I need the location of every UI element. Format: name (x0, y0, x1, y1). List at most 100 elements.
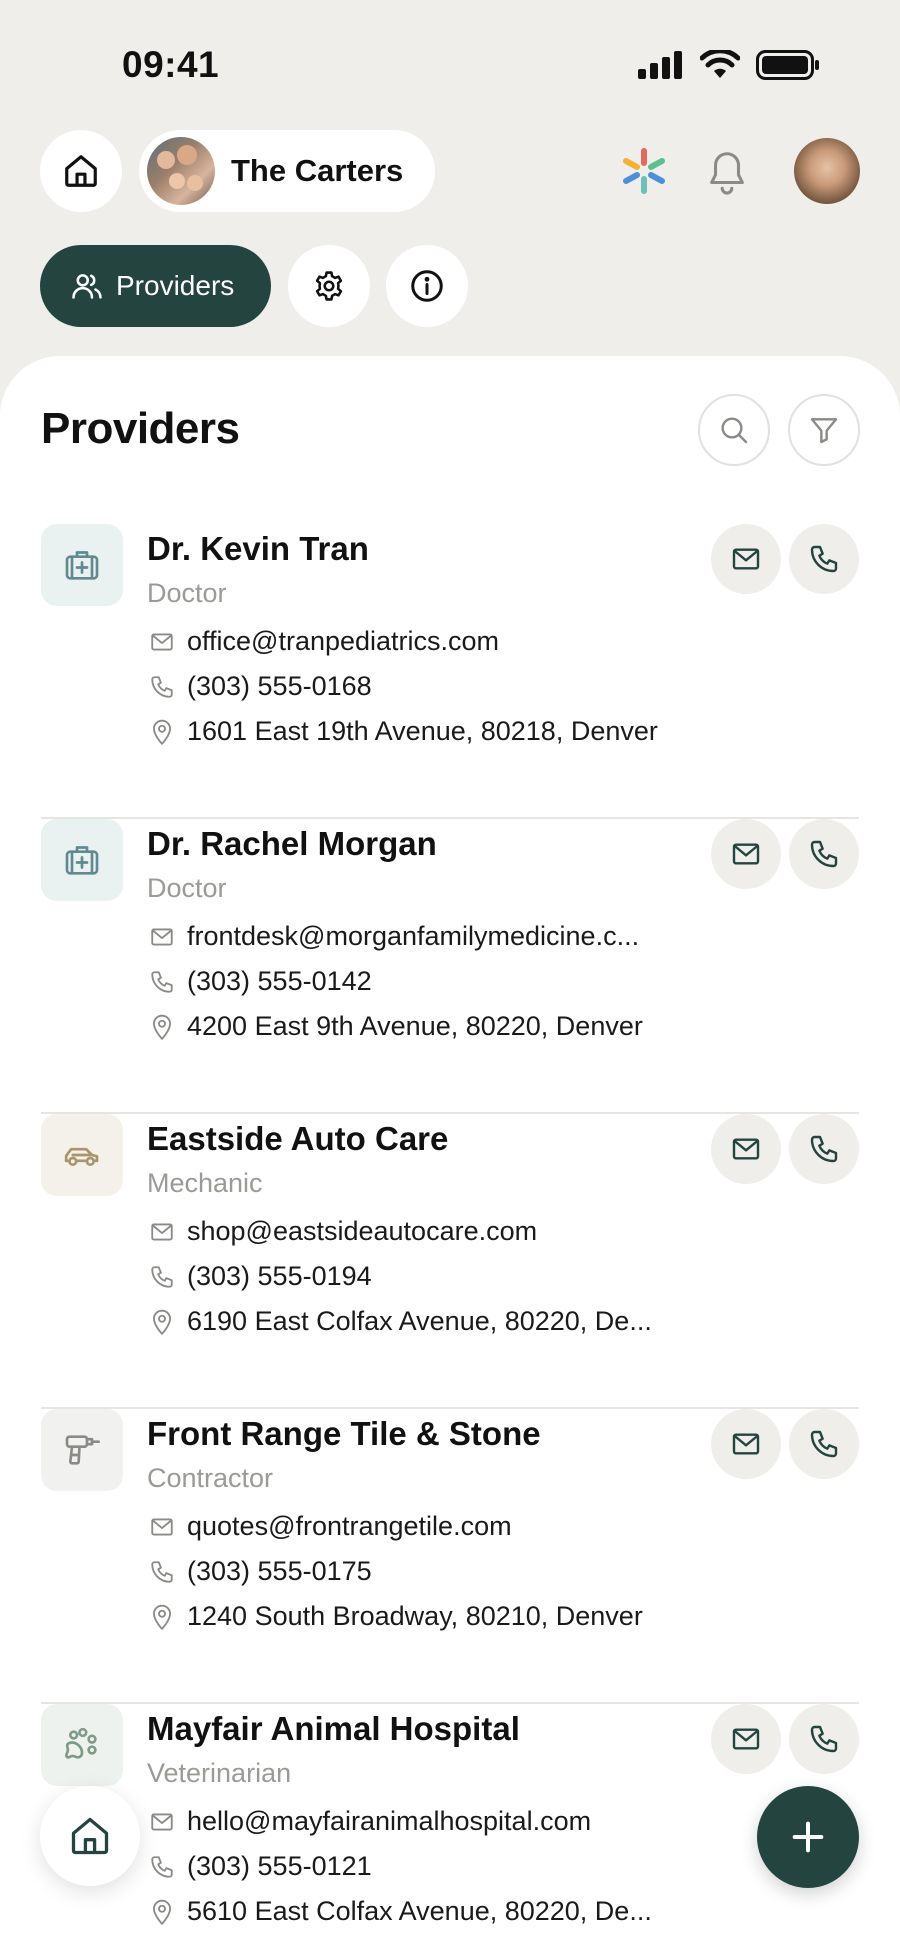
mail-icon (732, 843, 760, 865)
provider-phone[interactable]: (303) 555-0175 (147, 1556, 372, 1587)
provider-address[interactable]: 1601 East 19th Avenue, 80218, Denver (147, 716, 658, 747)
mail-icon (732, 1433, 760, 1455)
cellular-signal-icon (638, 51, 682, 79)
phone-icon (810, 840, 838, 868)
location-pin-icon (153, 1899, 171, 1925)
provider-email[interactable]: frontdesk@morganfamilymedicine.c... (147, 921, 639, 952)
call-provider-button[interactable] (789, 1409, 859, 1479)
bell-icon[interactable] (704, 146, 750, 196)
email-provider-button[interactable] (711, 819, 781, 889)
paw-icon (65, 1727, 97, 1759)
info-button[interactable] (386, 245, 468, 327)
home-icon (65, 155, 97, 187)
medical-kit-icon (65, 846, 99, 875)
location-pin-icon (153, 1309, 171, 1335)
provider-address-text: 1240 South Broadway, 80210, Denver (187, 1601, 643, 1631)
email-provider-button[interactable] (711, 1704, 781, 1774)
provider-type-badge (41, 1704, 123, 1786)
provider-phone-text: (303) 555-0142 (187, 966, 372, 996)
top-right-actions (620, 130, 860, 212)
status-bar: 09:41 (0, 0, 900, 120)
ai-sparkle-icon[interactable] (620, 147, 668, 195)
home-button[interactable] (40, 130, 122, 212)
floating-home-button[interactable] (40, 1786, 140, 1886)
call-provider-button[interactable] (789, 1704, 859, 1774)
email-provider-button[interactable] (711, 1114, 781, 1184)
settings-button[interactable] (288, 245, 370, 327)
provider-phone[interactable]: (303) 555-0121 (147, 1851, 372, 1882)
provider-address[interactable]: 5610 East Colfax Avenue, 80220, De... (147, 1896, 652, 1927)
provider-name: Dr. Rachel Morgan (147, 825, 437, 862)
phone-icon (151, 1560, 173, 1583)
provider-item[interactable]: Eastside Auto Care Mechanic shop@eastsid… (41, 1114, 859, 1409)
provider-type-badge (41, 1409, 123, 1491)
provider-address[interactable]: 6190 East Colfax Avenue, 80220, De... (147, 1306, 652, 1337)
medical-kit-icon (65, 551, 99, 580)
phone-icon (151, 970, 173, 993)
provider-address-text: 4200 East 9th Avenue, 80220, Denver (187, 1011, 643, 1041)
provider-category: Doctor (147, 578, 227, 608)
email-provider-button[interactable] (711, 524, 781, 594)
filter-button[interactable] (788, 394, 860, 466)
provider-category: Mechanic (147, 1168, 263, 1198)
provider-type-badge (41, 819, 123, 901)
call-provider-button[interactable] (789, 819, 859, 889)
search-icon (721, 417, 748, 444)
mail-icon (732, 548, 760, 570)
provider-address-text: 5610 East Colfax Avenue, 80220, De... (187, 1896, 652, 1926)
provider-item[interactable]: Dr. Kevin Tran Doctor office@tranpediatr… (41, 524, 859, 819)
provider-item[interactable]: Mayfair Animal Hospital Veterinarian hel… (41, 1704, 859, 1956)
mail-icon (151, 1812, 173, 1831)
location-pin-icon (153, 1604, 171, 1630)
family-selector[interactable]: The Carters (139, 130, 435, 212)
user-avatar[interactable] (794, 138, 860, 204)
provider-email[interactable]: hello@mayfairanimalhospital.com (147, 1806, 591, 1837)
provider-category: Doctor (147, 873, 227, 903)
provider-email-text: office@tranpediatrics.com (187, 626, 500, 656)
provider-email[interactable]: quotes@frontrangetile.com (147, 1511, 512, 1542)
provider-address-text: 1601 East 19th Avenue, 80218, Denver (187, 716, 658, 746)
provider-address[interactable]: 1240 South Broadway, 80210, Denver (147, 1601, 643, 1632)
provider-name: Mayfair Animal Hospital (147, 1710, 520, 1747)
call-provider-button[interactable] (789, 524, 859, 594)
top-bar: The Carters (40, 130, 860, 212)
phone-icon (151, 675, 173, 698)
phone-icon (810, 1725, 838, 1753)
phone-icon (151, 1265, 173, 1288)
family-avatar (147, 137, 215, 205)
car-icon (64, 1147, 99, 1167)
provider-name: Dr. Kevin Tran (147, 530, 369, 567)
search-button[interactable] (698, 394, 770, 466)
provider-type-badge (41, 524, 123, 606)
add-provider-button[interactable] (757, 1786, 859, 1888)
provider-email-text: shop@eastsideautocare.com (187, 1216, 538, 1246)
phone-icon (810, 1430, 838, 1458)
provider-list: Dr. Kevin Tran Doctor office@tranpediatr… (41, 524, 859, 1956)
providers-sheet: Providers Dr. Kevin Tran Doctor office@t… (0, 356, 900, 1956)
provider-phone-text: (303) 555-0121 (187, 1851, 372, 1881)
tab-providers[interactable]: Providers (40, 245, 271, 327)
provider-phone[interactable]: (303) 555-0168 (147, 671, 372, 702)
location-pin-icon (153, 719, 171, 745)
mail-icon (151, 1517, 173, 1536)
provider-phone-text: (303) 555-0168 (187, 671, 372, 701)
tab-providers-label: Providers (116, 270, 235, 301)
phone-icon (151, 1855, 173, 1878)
provider-email-text: hello@mayfairanimalhospital.com (187, 1806, 592, 1836)
provider-item[interactable]: Dr. Rachel Morgan Doctor frontdesk@morga… (41, 819, 859, 1114)
provider-actions (711, 1704, 859, 1774)
email-provider-button[interactable] (711, 1409, 781, 1479)
provider-actions (711, 819, 859, 889)
page-title: Providers (41, 404, 240, 453)
provider-phone-text: (303) 555-0175 (187, 1556, 372, 1586)
status-icons (638, 50, 820, 80)
provider-address[interactable]: 4200 East 9th Avenue, 80220, Denver (147, 1011, 643, 1042)
provider-email[interactable]: office@tranpediatrics.com (147, 626, 499, 657)
provider-phone[interactable]: (303) 555-0194 (147, 1261, 372, 1292)
provider-item[interactable]: Front Range Tile & Stone Contractor quot… (41, 1409, 859, 1704)
provider-email[interactable]: shop@eastsideautocare.com (147, 1216, 537, 1247)
provider-phone[interactable]: (303) 555-0142 (147, 966, 372, 997)
call-provider-button[interactable] (789, 1114, 859, 1184)
drill-icon (65, 1435, 100, 1465)
phone-icon (810, 1135, 838, 1163)
